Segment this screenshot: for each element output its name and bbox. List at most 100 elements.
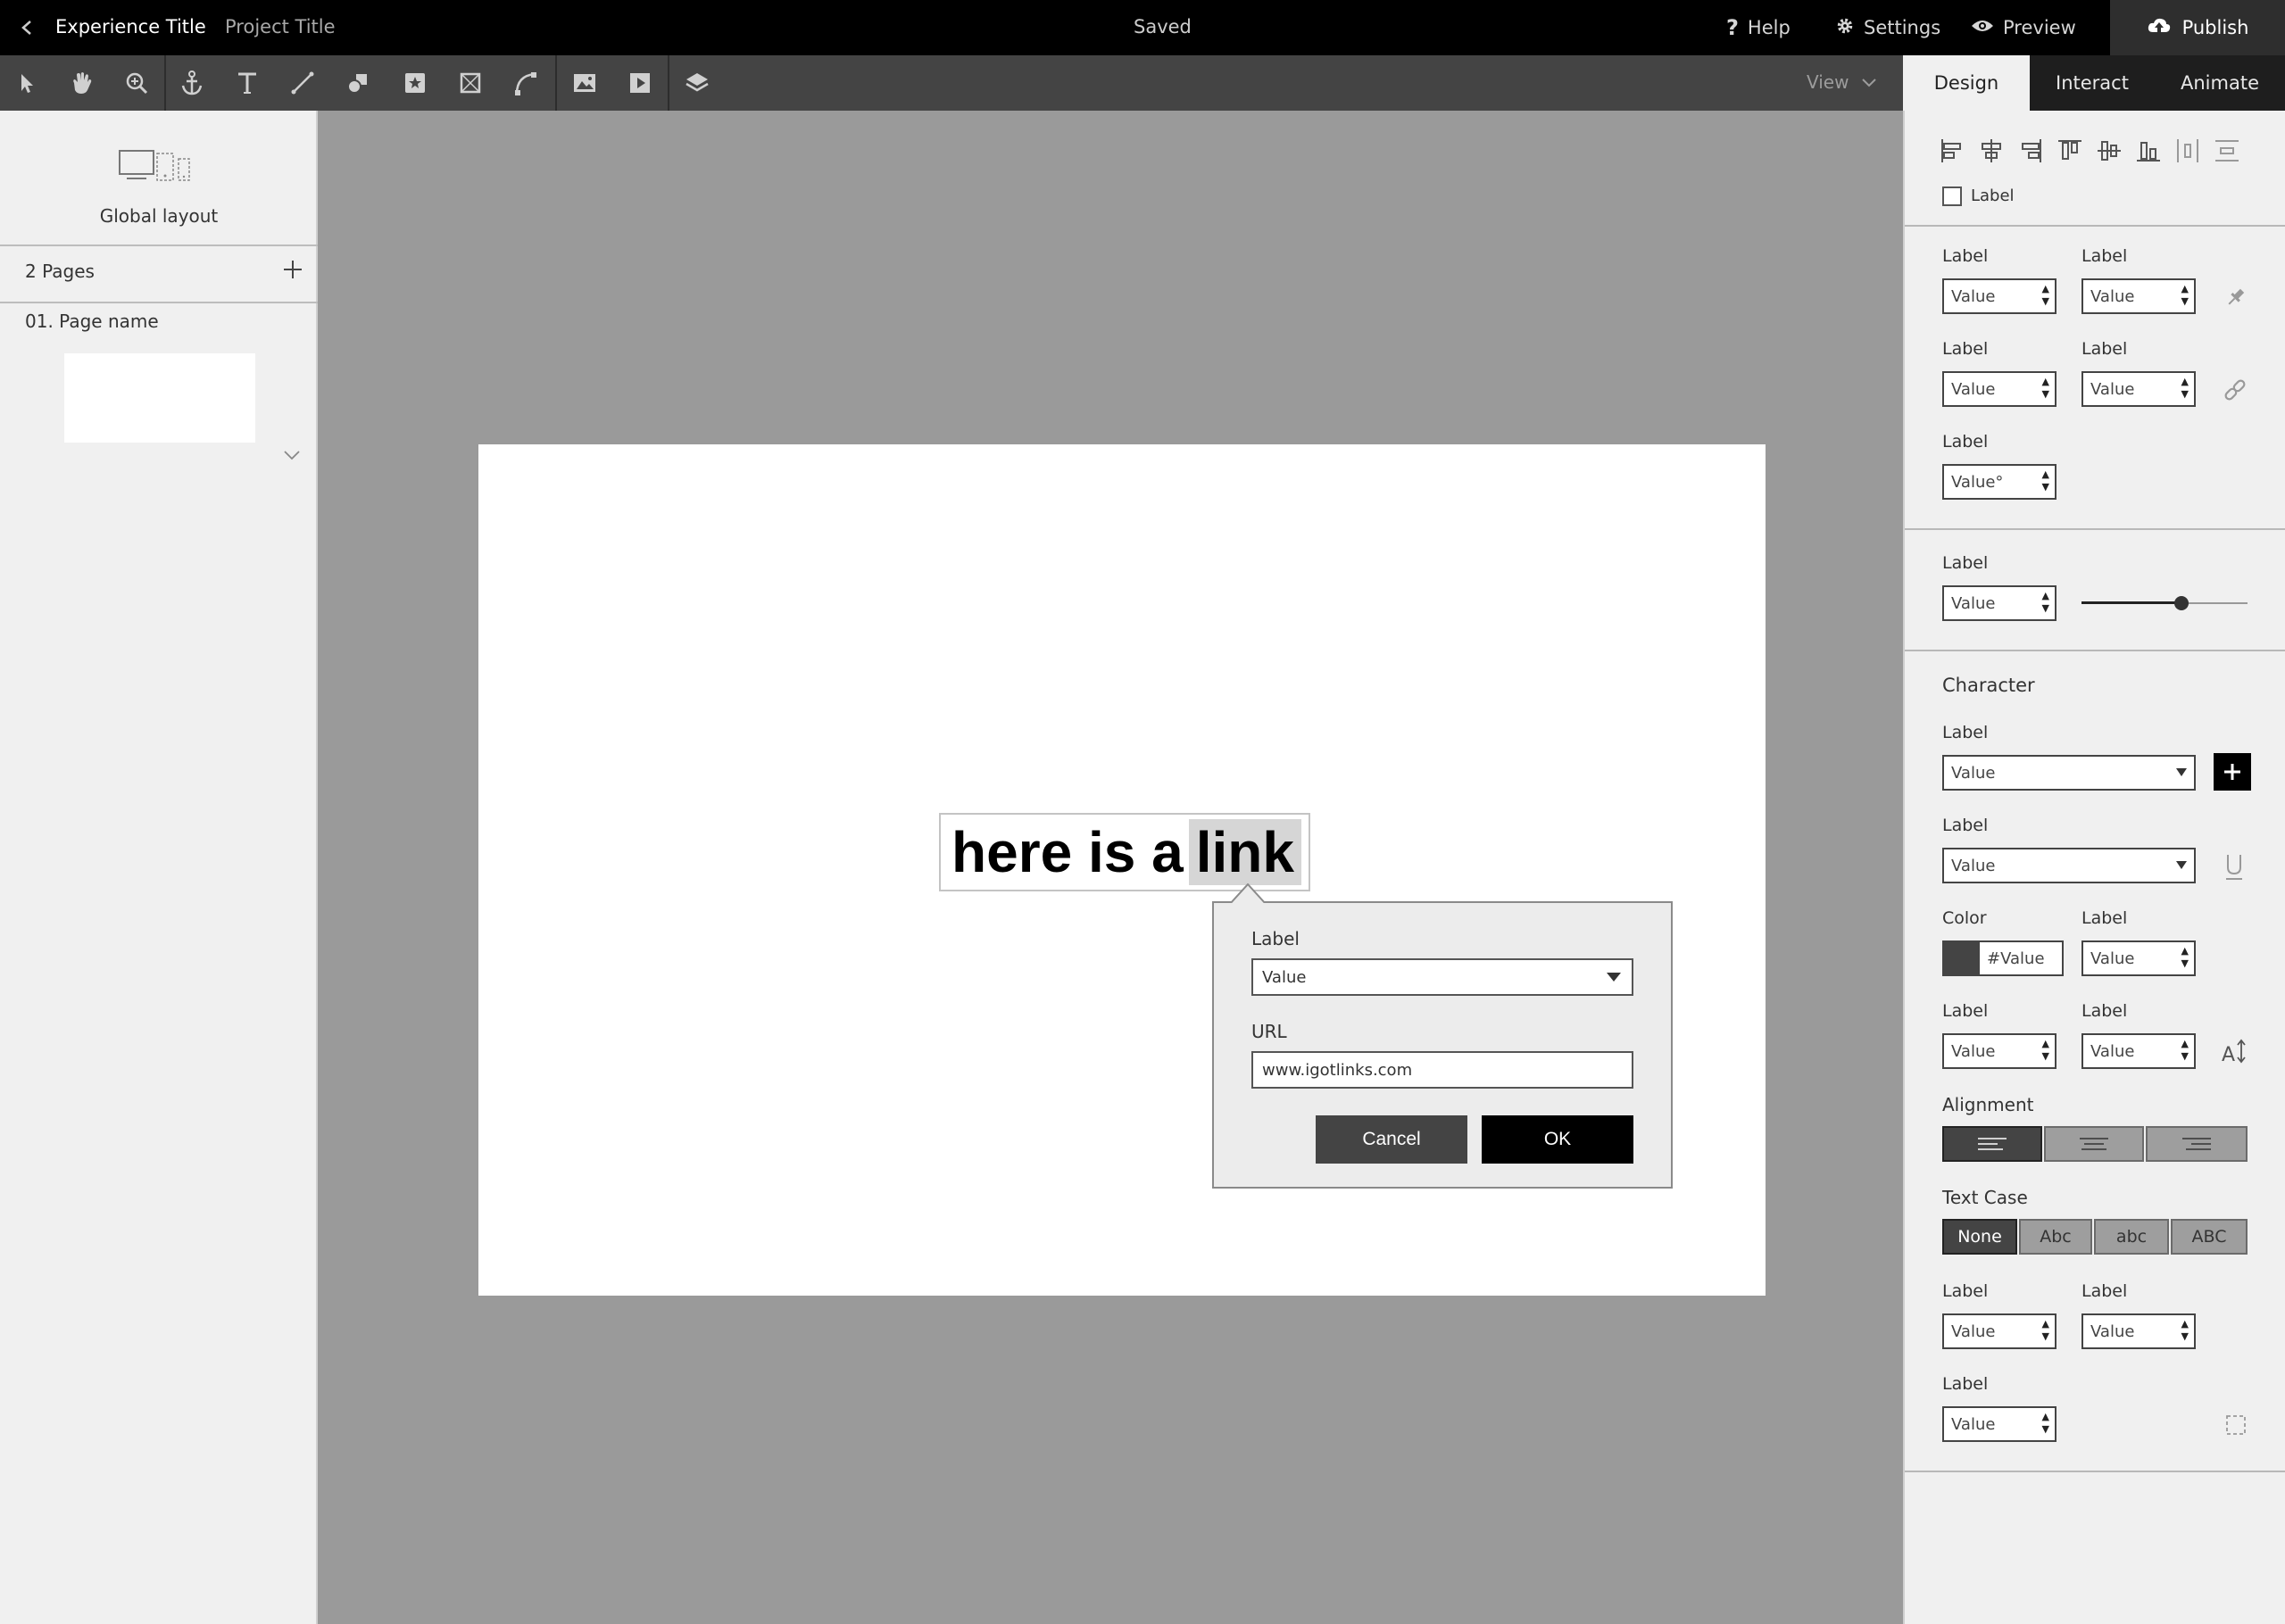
height-stepper[interactable]: Value ▲ ▼ xyxy=(2081,371,2196,407)
back-chevron-icon[interactable] xyxy=(16,12,37,43)
global-layout-label[interactable]: Global layout xyxy=(0,205,318,227)
frame-dashed-icon[interactable] xyxy=(2223,1412,2249,1438)
align-right-icon[interactable] xyxy=(2017,137,2044,164)
color-swatch[interactable] xyxy=(1944,942,1980,974)
align-center-horizontal-icon[interactable] xyxy=(1978,137,2005,164)
layers-tool-icon[interactable] xyxy=(680,66,714,100)
text-tool-icon[interactable] xyxy=(230,66,264,100)
stepper-arrows-icon[interactable]: ▲ ▼ xyxy=(2181,945,2189,970)
symbol-tool-icon[interactable] xyxy=(398,66,432,100)
line-height-stepper[interactable]: Value ▲ ▼ xyxy=(2081,1033,2196,1069)
text-case-title-button[interactable]: Abc xyxy=(2019,1219,2092,1255)
field-label: Label xyxy=(1942,1001,1989,1021)
pen-tool-icon[interactable] xyxy=(509,66,543,100)
stepper-arrows-icon[interactable]: ▲ ▼ xyxy=(2181,376,2189,401)
stepper-arrows-icon[interactable]: ▲ ▼ xyxy=(2042,1411,2049,1436)
align-text-left-button[interactable] xyxy=(1942,1126,2042,1162)
color-field[interactable]: #Value xyxy=(1942,940,2064,976)
text-case-upper-button[interactable]: ABC xyxy=(2171,1219,2248,1255)
view-dropdown[interactable]: View xyxy=(1807,71,1877,93)
link-chain-icon[interactable] xyxy=(2221,377,2249,403)
align-left-icon[interactable] xyxy=(1939,137,1965,164)
slider-thumb[interactable] xyxy=(2174,596,2189,610)
text-case-none-button[interactable]: None xyxy=(1942,1219,2017,1255)
text-link-selection[interactable]: link xyxy=(1188,819,1301,885)
publish-button[interactable]: Publish xyxy=(2110,0,2285,55)
text-case-lower-button[interactable]: abc xyxy=(2094,1219,2169,1255)
font-size-stepper[interactable]: Value ▲ ▼ xyxy=(2081,940,2196,976)
add-font-plus-icon[interactable] xyxy=(2214,753,2251,791)
experience-title[interactable]: Experience Title xyxy=(55,16,206,37)
stepper-arrows-icon[interactable]: ▲ ▼ xyxy=(2042,1038,2049,1063)
hand-tool-icon[interactable] xyxy=(64,66,98,100)
settings-button[interactable]: Settings xyxy=(1835,12,1940,43)
font-style-select[interactable]: Value xyxy=(1942,848,2196,883)
checkbox-label: Label xyxy=(1971,186,2015,205)
select-tool-icon[interactable] xyxy=(9,66,43,100)
width-stepper[interactable]: Value ▲ ▼ xyxy=(1942,371,2056,407)
line-tool-icon[interactable] xyxy=(286,66,320,100)
video-tool-icon[interactable] xyxy=(623,66,657,100)
publish-label: Publish xyxy=(2181,17,2249,38)
distribute-horizontal-icon[interactable] xyxy=(2174,137,2201,164)
pin-icon[interactable] xyxy=(2223,284,2249,311)
add-page-plus-icon[interactable] xyxy=(280,257,305,282)
stepper-arrows-icon[interactable]: ▲ ▼ xyxy=(2042,376,2049,401)
letter-spacing-stepper[interactable]: Value ▲ ▼ xyxy=(1942,1033,2056,1069)
tab-interact[interactable]: Interact xyxy=(2030,55,2155,111)
border-stepper[interactable]: Value ▲ ▼ xyxy=(1942,1406,2056,1442)
rotation-stepper[interactable]: Value° ▲ ▼ xyxy=(1942,464,2056,500)
shapes-tool-icon[interactable] xyxy=(341,66,375,100)
stepper-arrows-icon[interactable]: ▲ ▼ xyxy=(2181,283,2189,308)
opacity-stepper[interactable]: Value ▲ ▼ xyxy=(1942,585,2056,621)
stepper-arrows-icon[interactable]: ▲ ▼ xyxy=(2042,590,2049,615)
field-label: Label xyxy=(1942,432,1989,452)
preview-button[interactable]: Preview xyxy=(1971,12,2076,43)
devices-icon[interactable] xyxy=(118,148,193,184)
align-top-icon[interactable] xyxy=(2056,137,2083,164)
url-input[interactable] xyxy=(1251,1051,1633,1089)
stepper-arrows-icon[interactable]: ▲ ▼ xyxy=(2181,1318,2189,1343)
align-bottom-icon[interactable] xyxy=(2135,137,2162,164)
project-title[interactable]: Project Title xyxy=(225,16,336,37)
divider xyxy=(0,302,318,303)
text-plain[interactable]: here is a xyxy=(951,819,1184,885)
stepper-value: Value xyxy=(2090,286,2135,306)
anchor-tool-icon[interactable] xyxy=(175,66,209,100)
underline-icon[interactable] xyxy=(2219,849,2249,883)
stepper-arrows-icon[interactable]: ▲ ▼ xyxy=(2042,283,2049,308)
y-position-stepper[interactable]: Value ▲ ▼ xyxy=(2081,278,2196,314)
label-checkbox[interactable] xyxy=(1942,186,1962,206)
image-tool-icon[interactable] xyxy=(568,66,602,100)
crop-tool-icon[interactable] xyxy=(453,66,487,100)
opacity-slider[interactable] xyxy=(2081,592,2248,614)
x-position-stepper[interactable]: Value ▲ ▼ xyxy=(1942,278,2056,314)
alignment-heading: Alignment xyxy=(1942,1094,2034,1115)
caret-down-icon xyxy=(2176,861,2187,869)
zoom-tool-icon[interactable] xyxy=(120,66,154,100)
text-resize-icon[interactable]: A xyxy=(2219,1035,2249,1067)
stepper-arrows-icon[interactable]: ▲ ▼ xyxy=(2042,1318,2049,1343)
font-family-select[interactable]: Value xyxy=(1942,755,2196,791)
ok-button[interactable]: OK xyxy=(1482,1115,1633,1164)
link-type-label: Label xyxy=(1251,928,1300,949)
cancel-button[interactable]: Cancel xyxy=(1316,1115,1467,1164)
text-element[interactable]: here is a link xyxy=(939,813,1310,891)
distribute-vertical-icon[interactable] xyxy=(2214,137,2240,164)
align-text-right-button[interactable] xyxy=(2146,1126,2248,1162)
page-thumbnail[interactable] xyxy=(64,353,255,443)
chevron-down-icon[interactable] xyxy=(282,448,302,460)
stepper-arrows-icon[interactable]: ▲ ▼ xyxy=(2181,1038,2189,1063)
stepper-arrows-icon[interactable]: ▲ ▼ xyxy=(2042,468,2049,493)
margin-stepper[interactable]: Value ▲ ▼ xyxy=(2081,1313,2196,1349)
page-name-label[interactable]: 01. Page name xyxy=(25,311,159,332)
help-button[interactable]: ? Help xyxy=(1726,12,1791,43)
align-middle-vertical-icon[interactable] xyxy=(2096,137,2123,164)
tab-design[interactable]: Design xyxy=(1903,55,2030,111)
padding-stepper[interactable]: Value ▲ ▼ xyxy=(1942,1313,2056,1349)
link-type-select[interactable]: Value xyxy=(1251,958,1633,996)
top-bar: Experience Title Project Title Saved ? H… xyxy=(0,0,2285,55)
tab-animate[interactable]: Animate xyxy=(2155,55,2285,111)
properties-panel: Label Label Label Value ▲ ▼ Value ▲ ▼ Label … xyxy=(1903,111,2285,1624)
align-text-center-button[interactable] xyxy=(2044,1126,2144,1162)
